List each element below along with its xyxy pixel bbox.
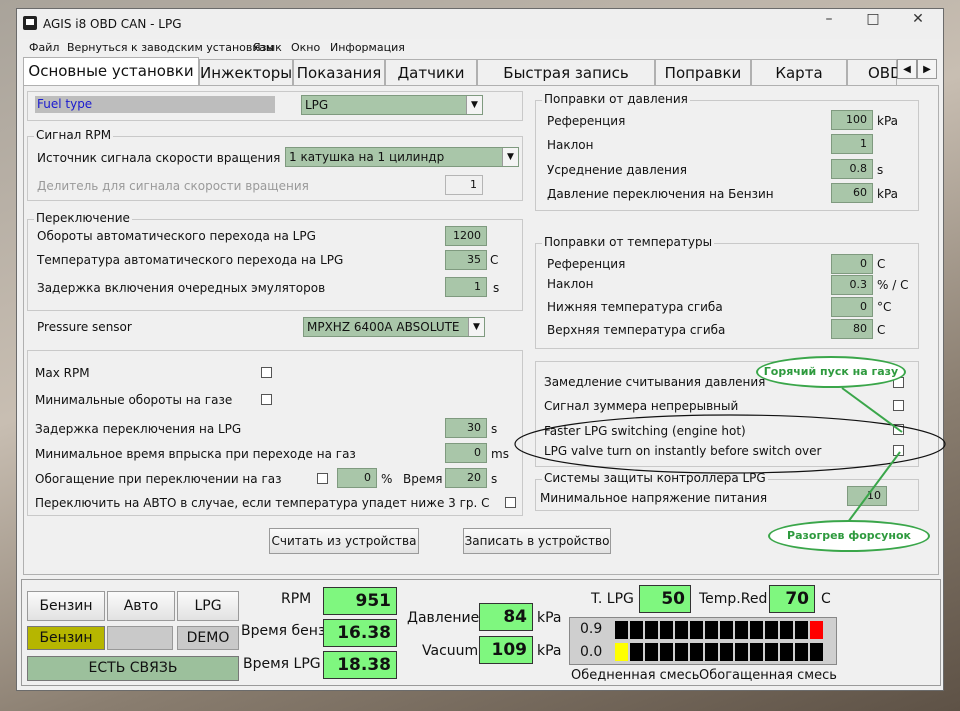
injector-heat-pointer [847,451,901,523]
options-highlight-ellipse [514,414,946,474]
injector-heat-annotation: Разогрев форсунок [768,520,930,552]
hot-start-pointer [841,387,903,433]
hot-start-annotation: Горячий пуск на газу [756,356,906,388]
